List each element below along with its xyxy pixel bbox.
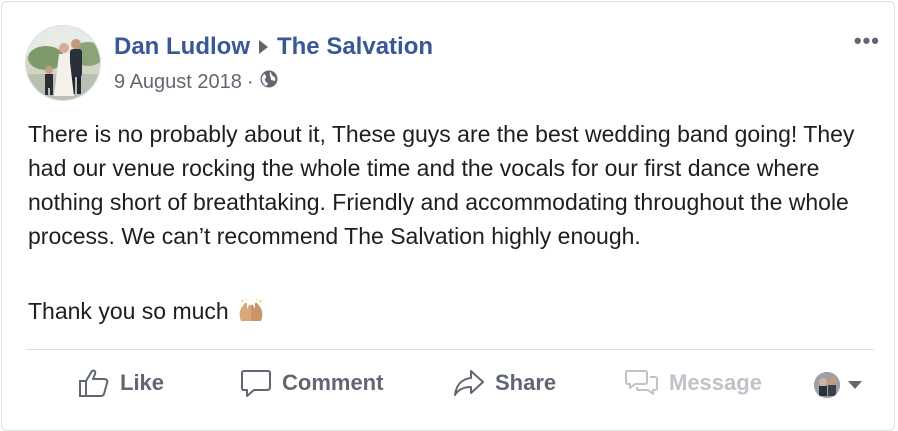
raising-hands-icon (237, 299, 265, 323)
message-bubbles-icon (625, 370, 658, 395)
globe-icon (259, 69, 279, 95)
like-button[interactable]: Like (78, 368, 164, 398)
thanks-text: Thank you so much (28, 298, 229, 324)
post-card: Dan Ludlow The Salvation 9 August 2018 ·… (1, 1, 895, 431)
post-header-title: Dan Ludlow The Salvation (114, 33, 433, 61)
arrow-right-icon (258, 40, 268, 54)
author-name-link[interactable]: Dan Ludlow (114, 33, 250, 61)
actions-divider (26, 349, 874, 350)
message-label: Message (669, 370, 762, 395)
share-arrow-icon (454, 370, 484, 396)
share-label: Share (495, 370, 557, 395)
thumbs-up-icon (79, 369, 109, 397)
comment-bubble-icon (241, 370, 271, 397)
chevron-down-icon (848, 381, 862, 389)
comment-button[interactable]: Comment (240, 368, 383, 398)
post-meta: 9 August 2018 · (114, 69, 279, 95)
post-thanks-line: Thank you so much (28, 294, 265, 328)
comment-label: Comment (282, 370, 384, 395)
author-avatar[interactable] (25, 25, 101, 101)
voice-switcher[interactable] (814, 372, 862, 398)
target-page-link[interactable]: The Salvation (277, 33, 433, 61)
share-button[interactable]: Share (453, 368, 556, 398)
post-body-text: There is no probably about it, These guy… (28, 121, 855, 249)
post-actions-bar: Like Comment Share Message (2, 362, 896, 416)
meta-separator: · (246, 70, 254, 93)
more-options-icon[interactable]: ••• (854, 28, 880, 54)
mini-avatar (814, 372, 840, 398)
like-label: Like (120, 370, 165, 395)
message-button[interactable]: Message (625, 368, 762, 398)
post-date-link[interactable]: 9 August 2018 (114, 71, 242, 94)
